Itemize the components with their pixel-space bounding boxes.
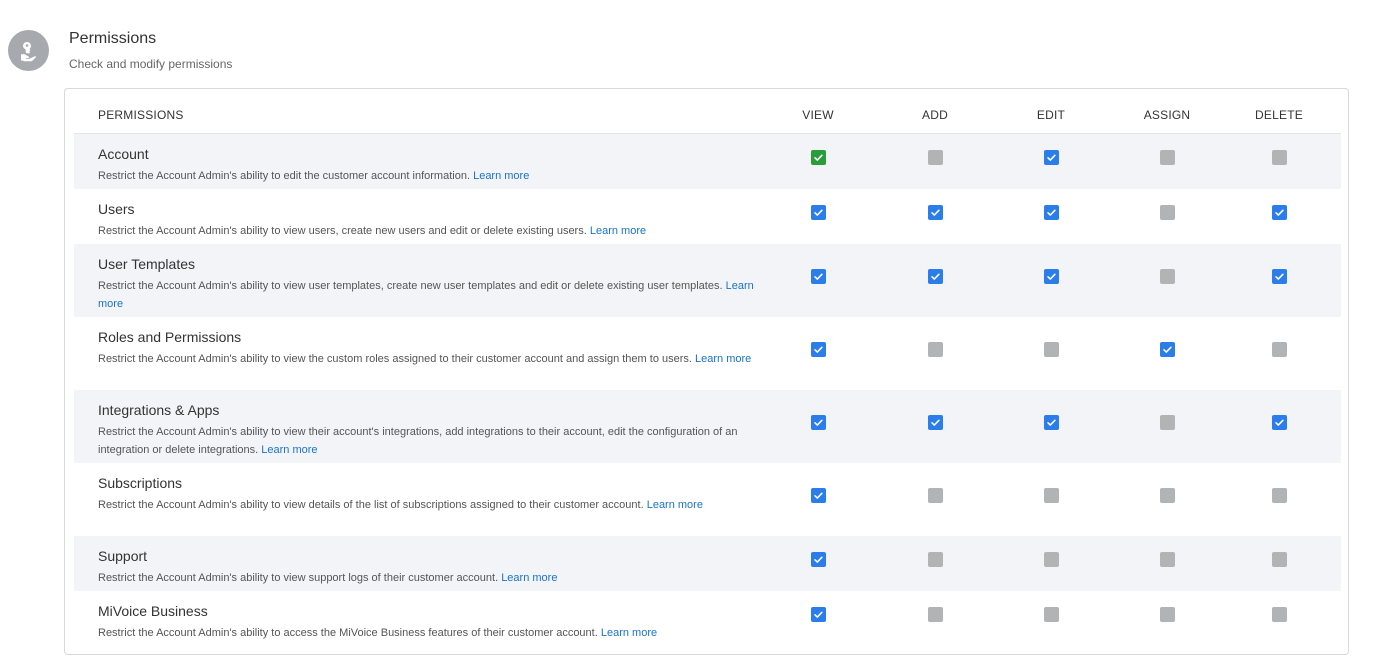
permissions-avatar: [8, 30, 49, 71]
checkbox-edit: [1044, 607, 1059, 622]
checkbox-add: [928, 488, 943, 503]
checkbox-delete[interactable]: [1272, 269, 1287, 284]
learn-more-link[interactable]: Learn more: [473, 170, 529, 182]
checkbox-assign: [1160, 269, 1175, 284]
table-row: Account Restrict the Account Admin's abil…: [74, 134, 1341, 189]
table-body: Account Restrict the Account Admin's abil…: [74, 134, 1341, 646]
checkbox-assign: [1160, 205, 1175, 220]
permission-description: Restrict the Account Admin's ability to …: [98, 167, 763, 185]
description-text: Restrict the Account Admin's ability to …: [98, 499, 644, 511]
description-text: Restrict the Account Admin's ability to …: [98, 353, 692, 365]
permission-description: Restrict the Account Admin's ability to …: [98, 624, 763, 642]
permissions-table: PERMISSIONS VIEW ADD EDIT ASSIGN DELETE …: [74, 89, 1341, 646]
checkbox-delete: [1272, 552, 1287, 567]
column-header-permissions: PERMISSIONS: [98, 108, 184, 122]
learn-more-link[interactable]: Learn more: [647, 499, 703, 511]
permission-description: Restrict the Account Admin's ability to …: [98, 222, 763, 240]
description-text: Restrict the Account Admin's ability to …: [98, 280, 723, 292]
table-row: Roles and Permissions Restrict the Accoun…: [74, 317, 1341, 390]
page-title: Permissions: [69, 30, 157, 47]
column-header-delete: DELETE: [1255, 108, 1303, 122]
checkbox-add: [928, 150, 943, 165]
checkbox-delete[interactable]: [1272, 205, 1287, 220]
permission-description: Restrict the Account Admin's ability to …: [98, 496, 763, 514]
permission-title: Subscriptions: [98, 475, 183, 491]
checkbox-edit[interactable]: [1044, 269, 1059, 284]
checkbox-add[interactable]: [928, 205, 943, 220]
table-row: Support Restrict the Account Admin's abil…: [74, 536, 1341, 591]
checkbox-assign: [1160, 488, 1175, 503]
checkbox-add[interactable]: [928, 415, 943, 430]
column-header-assign: ASSIGN: [1143, 108, 1191, 122]
key-hand-icon: [20, 41, 36, 61]
checkbox-view[interactable]: [811, 150, 826, 165]
permission-title: User Templates: [98, 256, 196, 272]
table-header: PERMISSIONS VIEW ADD EDIT ASSIGN DELETE: [74, 89, 1341, 134]
permission-title: Users: [98, 201, 135, 217]
checkbox-delete: [1272, 150, 1287, 165]
column-header-add: ADD: [922, 108, 948, 122]
table-row: User Templates Restrict the Account Admin…: [74, 244, 1341, 317]
checkbox-edit[interactable]: [1044, 150, 1059, 165]
checkbox-delete[interactable]: [1272, 415, 1287, 430]
table-row: Users Restrict the Account Admin's abilit…: [74, 189, 1341, 244]
permission-title: MiVoice Business: [98, 603, 208, 619]
checkbox-view[interactable]: [811, 415, 826, 430]
description-text: Restrict the Account Admin's ability to …: [98, 170, 471, 182]
checkbox-assign[interactable]: [1160, 342, 1175, 357]
checkbox-view[interactable]: [811, 552, 826, 567]
description-text: Restrict the Account Admin's ability to …: [98, 572, 499, 584]
checkbox-assign: [1160, 150, 1175, 165]
permission-title: Account: [98, 146, 149, 162]
permissions-card: PERMISSIONS VIEW ADD EDIT ASSIGN DELETE …: [64, 88, 1349, 655]
checkbox-assign: [1160, 607, 1175, 622]
checkbox-view[interactable]: [811, 488, 826, 503]
checkbox-edit: [1044, 552, 1059, 567]
page-header: Permissions Check and modify permissions: [69, 30, 232, 71]
checkbox-add: [928, 552, 943, 567]
learn-more-link[interactable]: Learn more: [501, 572, 557, 584]
checkbox-assign: [1160, 415, 1175, 430]
checkbox-add[interactable]: [928, 269, 943, 284]
checkbox-add: [928, 342, 943, 357]
checkbox-view[interactable]: [811, 342, 826, 357]
permission-title: Roles and Permissions: [98, 329, 242, 345]
permission-description: Restrict the Account Admin's ability to …: [98, 569, 763, 587]
checkbox-view[interactable]: [811, 607, 826, 622]
checkbox-delete: [1272, 488, 1287, 503]
checkbox-edit[interactable]: [1044, 205, 1059, 220]
learn-more-link[interactable]: Learn more: [590, 225, 646, 237]
page-subtitle: Check and modify permissions: [69, 57, 233, 71]
checkbox-delete: [1272, 342, 1287, 357]
checkbox-view[interactable]: [811, 269, 826, 284]
table-row: MiVoice Business Restrict the Account Adm…: [74, 591, 1341, 646]
table-row: Integrations & Apps Restrict the Account …: [74, 390, 1341, 463]
table-row: Subscriptions Restrict the Account Admin'…: [74, 463, 1341, 536]
permission-title: Integrations & Apps: [98, 402, 220, 418]
checkbox-delete: [1272, 607, 1287, 622]
learn-more-link[interactable]: Learn more: [695, 353, 751, 365]
checkbox-edit: [1044, 488, 1059, 503]
column-header-view: VIEW: [802, 108, 834, 122]
learn-more-link[interactable]: Learn more: [601, 627, 657, 639]
permission-title: Support: [98, 548, 148, 564]
checkbox-add: [928, 607, 943, 622]
permission-description: Restrict the Account Admin's ability to …: [98, 277, 763, 313]
permission-description: Restrict the Account Admin's ability to …: [98, 350, 763, 368]
description-text: Restrict the Account Admin's ability to …: [98, 627, 598, 639]
permission-description: Restrict the Account Admin's ability to …: [98, 423, 763, 459]
checkbox-edit[interactable]: [1044, 415, 1059, 430]
checkbox-assign: [1160, 552, 1175, 567]
description-text: Restrict the Account Admin's ability to …: [98, 225, 587, 237]
checkbox-edit: [1044, 342, 1059, 357]
description-text: Restrict the Account Admin's ability to …: [98, 426, 738, 456]
checkbox-view[interactable]: [811, 205, 826, 220]
learn-more-link[interactable]: Learn more: [261, 444, 317, 456]
column-header-edit: EDIT: [1036, 108, 1066, 122]
